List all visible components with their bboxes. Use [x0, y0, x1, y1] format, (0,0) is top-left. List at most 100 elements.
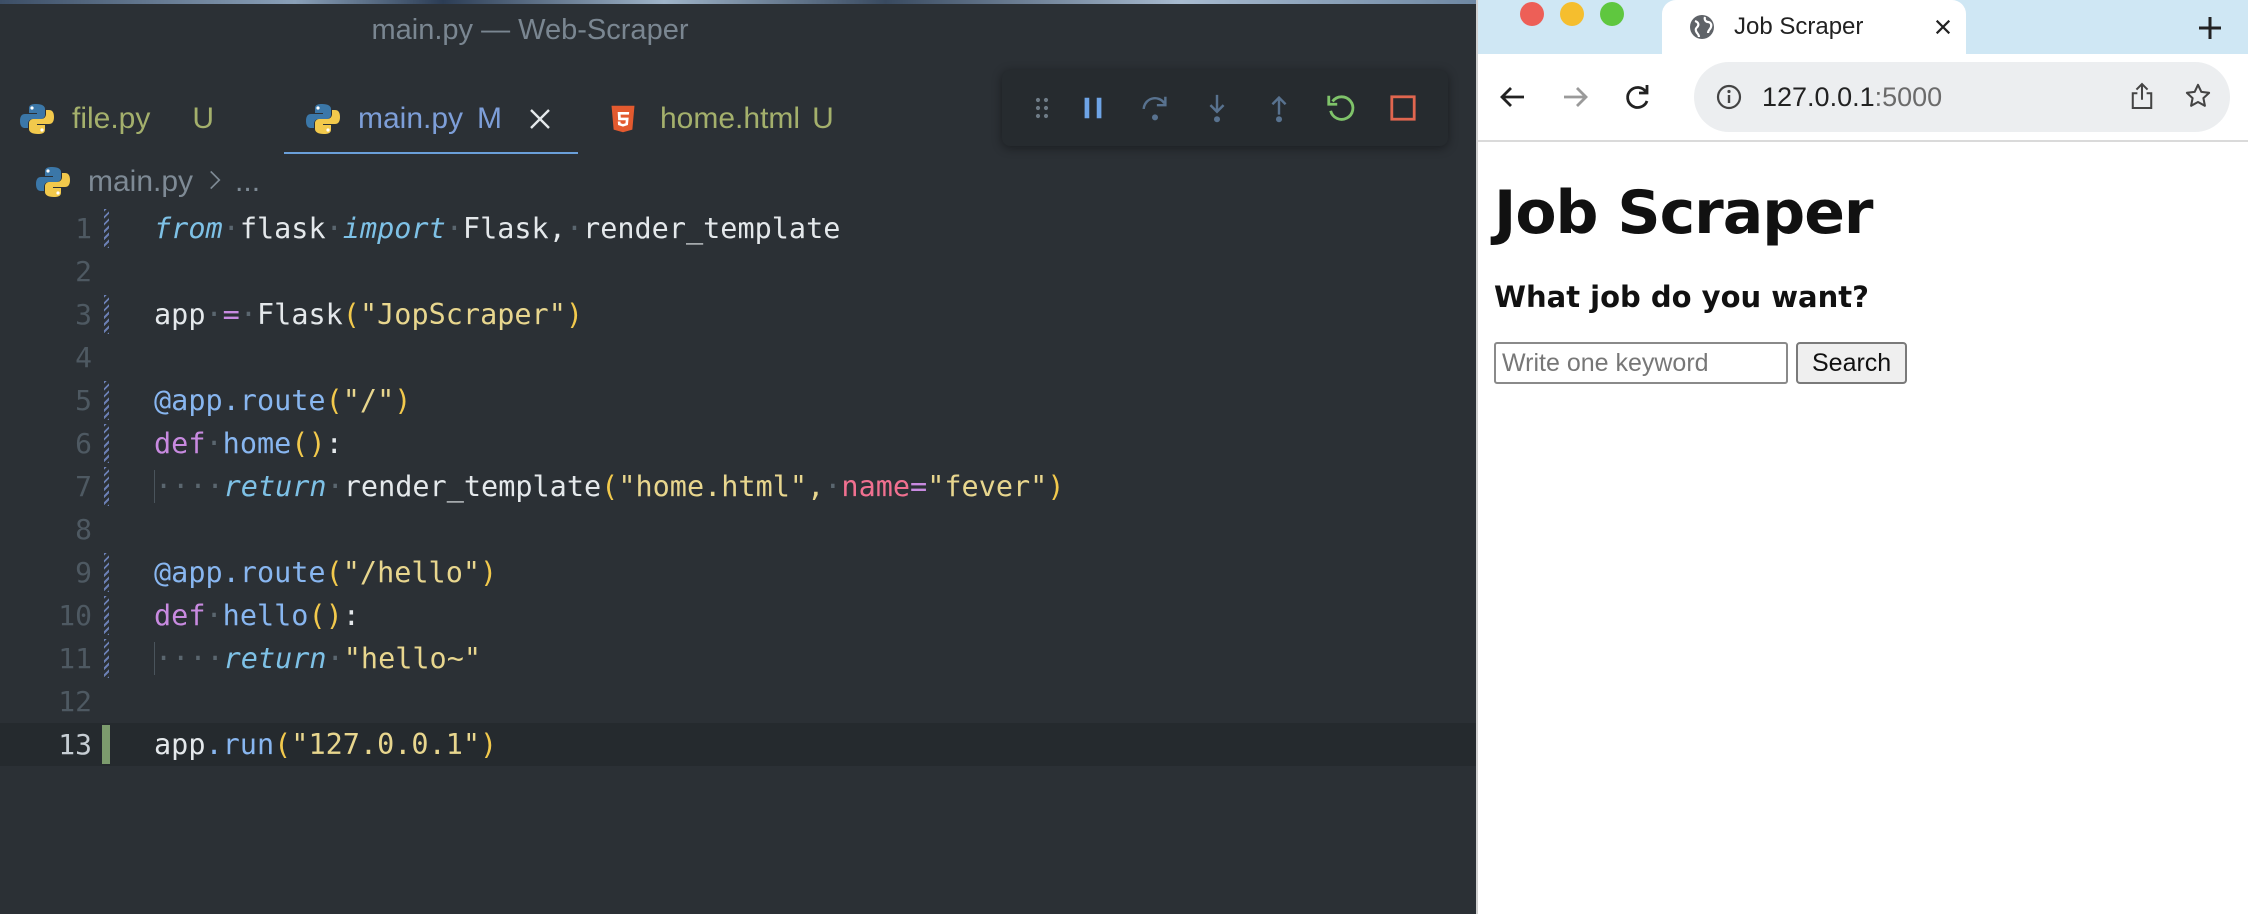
info-icon[interactable] — [1716, 84, 1742, 110]
git-gutter-added — [104, 596, 109, 635]
tab-file-py[interactable]: file.py U — [20, 84, 214, 154]
restart-icon[interactable] — [1310, 77, 1372, 139]
code-line[interactable]: 2 — [0, 250, 1476, 293]
code-line[interactable]: 10 def·hello(): — [0, 594, 1476, 637]
reload-icon[interactable] — [1612, 72, 1662, 122]
tab-home-html[interactable]: home.html U — [608, 84, 834, 154]
share-icon[interactable] — [2130, 82, 2154, 110]
browser-tab-title: Job Scraper — [1734, 13, 1864, 40]
code-line[interactable]: 1 from·flask·import·Flask,·render_templa… — [0, 207, 1476, 250]
step-out-icon[interactable] — [1248, 77, 1310, 139]
code-line[interactable]: 11 ····return·"hello~" — [0, 637, 1476, 680]
code-line[interactable]: 12 — [0, 680, 1476, 723]
pause-icon[interactable] — [1062, 77, 1124, 139]
line-number: 9 — [75, 556, 92, 589]
line-number: 13 — [58, 728, 92, 761]
code-token: "JopScraper" — [359, 298, 566, 331]
code-line[interactable]: 5 @app.route("/") — [0, 379, 1476, 422]
code-token: ( — [342, 298, 360, 331]
code-token: ( — [325, 556, 343, 589]
globe-icon — [1688, 13, 1716, 41]
desktop-strip — [0, 0, 1476, 4]
line-number: 7 — [75, 470, 92, 503]
code-token: @app.route — [154, 556, 326, 589]
address-bar[interactable]: 127.0.0.1:5000 — [1694, 62, 2230, 132]
stop-icon[interactable] — [1372, 77, 1434, 139]
bookmark-star-icon[interactable] — [2184, 82, 2212, 110]
code-line-active[interactable]: 13 app.run("127.0.0.1") — [0, 723, 1476, 766]
code-token: ) — [480, 556, 498, 589]
breadcrumb-symbol[interactable]: ... — [235, 165, 260, 199]
code-line[interactable]: 6 def·home(): — [0, 422, 1476, 465]
browser-toolbar: 127.0.0.1:5000 — [1478, 54, 2248, 142]
forward-arrow-icon[interactable] — [1550, 72, 1600, 122]
code-token: import — [342, 212, 446, 245]
git-gutter-added — [104, 553, 109, 592]
code-token: from — [154, 212, 223, 245]
code-token: "hello~" — [343, 642, 482, 675]
minimize-window-button[interactable] — [1560, 2, 1584, 26]
line-number: 5 — [75, 384, 92, 417]
debug-toolbar — [1002, 70, 1448, 146]
page-subheading: What job do you want? — [1494, 280, 1869, 314]
code-line[interactable]: 3 app·=·Flask("JopScraper") — [0, 293, 1476, 336]
code-token: ) — [1047, 470, 1065, 503]
code-token: ) — [394, 384, 412, 417]
page-heading: Job Scraper — [1494, 178, 1873, 248]
tab-label: home.html — [660, 102, 801, 135]
breadcrumb-file[interactable]: main.py — [88, 165, 193, 199]
git-status-badge: U — [192, 102, 215, 135]
search-button[interactable]: Search — [1796, 342, 1908, 384]
line-number: 1 — [75, 212, 92, 245]
code-token: hello — [222, 599, 309, 632]
code-line[interactable]: 9 @app.route("/hello") — [0, 551, 1476, 594]
code-token: () — [291, 427, 326, 460]
line-number: 3 — [75, 298, 92, 331]
code-token: home — [222, 427, 292, 460]
step-over-icon[interactable] — [1124, 77, 1186, 139]
code-token: Flask — [257, 298, 343, 331]
git-gutter-added — [104, 209, 109, 248]
code-token: "127.0.0.1" — [291, 728, 481, 761]
browser-tab-strip: Job Scraper — [1478, 0, 2248, 54]
code-line[interactable]: 8 — [0, 508, 1476, 551]
code-token: render_template — [583, 212, 841, 245]
close-icon[interactable] — [528, 107, 552, 131]
code-token: ( — [601, 470, 619, 503]
code-token: .run — [205, 728, 275, 761]
close-icon[interactable] — [1928, 12, 1958, 42]
git-gutter-modified — [102, 725, 110, 764]
code-token: = — [222, 298, 240, 331]
code-token: "/" — [342, 384, 395, 417]
code-token: ) — [480, 728, 498, 761]
line-number: 8 — [75, 513, 92, 546]
step-into-icon[interactable] — [1186, 77, 1248, 139]
git-status-badge: M — [477, 102, 503, 135]
active-tab-indicator — [284, 152, 578, 154]
code-token: name — [841, 470, 911, 503]
code-line[interactable]: 7 ····return·render_template("home.html"… — [0, 465, 1476, 508]
html5-icon — [608, 102, 642, 136]
code-token: : — [325, 427, 343, 460]
code-token: def — [154, 427, 206, 460]
url-text: 127.0.0.1:5000 — [1762, 62, 1942, 132]
line-number: 12 — [58, 685, 92, 718]
url-host: 127.0.0.1 — [1762, 82, 1875, 112]
code-token: def — [154, 599, 206, 632]
git-gutter-added — [104, 467, 109, 506]
tab-label: file.py — [72, 102, 151, 135]
code-token: () — [308, 599, 343, 632]
new-tab-button[interactable] — [2190, 8, 2230, 48]
maximize-window-button[interactable] — [1600, 2, 1624, 26]
web-page-content: Job Scraper What job do you want? Search — [1494, 140, 2234, 384]
browser-tab[interactable]: Job Scraper — [1662, 0, 1966, 54]
close-window-button[interactable] — [1520, 2, 1544, 26]
line-number: 4 — [75, 341, 92, 374]
code-line[interactable]: 4 — [0, 336, 1476, 379]
keyword-input[interactable] — [1494, 342, 1788, 384]
code-token: flask — [239, 212, 326, 245]
drag-handle-icon[interactable] — [1022, 77, 1062, 139]
back-arrow-icon[interactable] — [1488, 72, 1538, 122]
tab-main-py[interactable]: main.py M — [306, 84, 552, 154]
code-token: "/hello" — [342, 556, 481, 589]
